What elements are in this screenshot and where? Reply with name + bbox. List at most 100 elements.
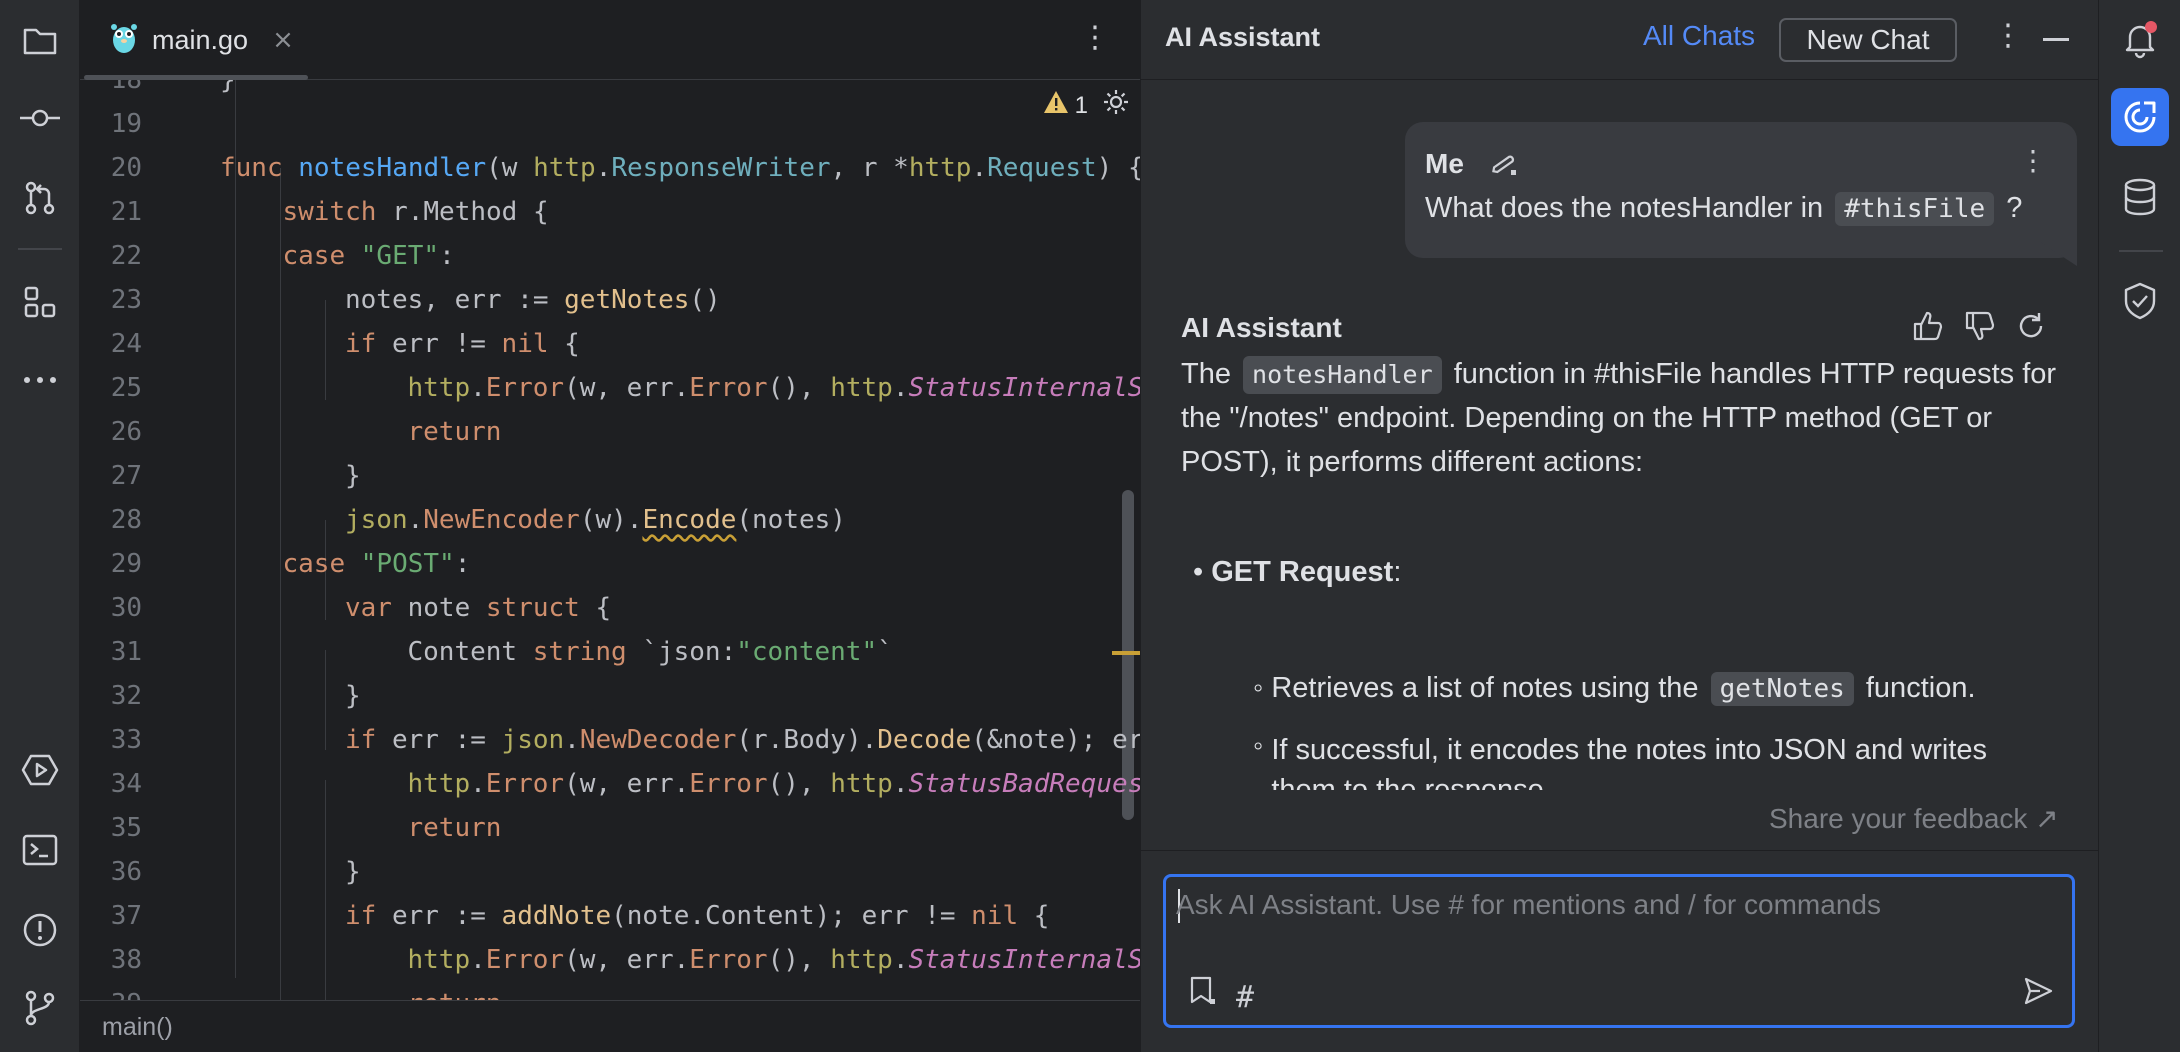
code-line[interactable]: 25 http.Error(w, err.Error(), http.Status… — [80, 366, 1140, 410]
code-line[interactable]: 26 return — [80, 410, 1140, 454]
code-text[interactable]: if err != nil { — [345, 322, 580, 366]
chat-history[interactable]: Me ⋮ What does the notesHandler in #this… — [1141, 0, 2099, 790]
bullet-dot: • — [1193, 556, 1212, 588]
line-number[interactable]: 32 — [80, 674, 142, 718]
database-icon[interactable] — [2117, 174, 2163, 220]
problems-icon[interactable] — [20, 910, 60, 950]
git-icon[interactable] — [20, 988, 60, 1028]
code-line[interactable]: 20 func notesHandler(w http.ResponseWrite… — [80, 146, 1140, 190]
line-number[interactable]: 22 — [80, 234, 142, 278]
message-more-icon[interactable]: ⋮ — [2019, 144, 2047, 177]
code-line[interactable]: 30 var note struct { — [80, 586, 1140, 630]
pull-requests-icon[interactable] — [20, 178, 60, 218]
code-text[interactable]: http.Error(w, err.Error(), http.StatusIn… — [408, 366, 1141, 410]
code-line[interactable]: 39 return — [80, 982, 1140, 1000]
code-line[interactable]: 37 if err := addNote(note.Content); err !… — [80, 894, 1140, 938]
user-name: Me — [1425, 148, 1464, 179]
chat-input-box[interactable]: # — [1163, 874, 2075, 1028]
line-number[interactable]: 24 — [80, 322, 142, 366]
code-line[interactable]: 34 http.Error(w, err.Error(), http.Status… — [80, 762, 1140, 806]
code-text[interactable]: case "POST": — [283, 542, 471, 586]
code-text[interactable]: } — [220, 80, 236, 102]
line-number[interactable]: 25 — [80, 366, 142, 410]
code-text[interactable]: case "GET": — [283, 234, 455, 278]
structure-icon[interactable] — [20, 282, 60, 322]
code-line[interactable]: 28 json.NewEncoder(w).Encode(notes) — [80, 498, 1140, 542]
code-area[interactable]: 1 18} 19 20 func notesHandler(w http.Respon… — [80, 80, 1140, 1000]
code-line[interactable]: 35 return — [80, 806, 1140, 850]
code-line[interactable]: 31 Content string `json:"content"` — [80, 630, 1140, 674]
line-number[interactable]: 18 — [80, 80, 142, 102]
share-feedback-link[interactable]: Share your feedback ↗ — [1769, 802, 2059, 835]
code-text[interactable]: } — [345, 674, 361, 718]
edit-icon[interactable] — [1489, 148, 1519, 182]
thumbs-down-icon[interactable] — [1963, 310, 1997, 346]
line-number[interactable]: 29 — [80, 542, 142, 586]
line-number[interactable]: 20 — [80, 146, 142, 190]
line-number[interactable]: 39 — [80, 982, 142, 1000]
line-number[interactable]: 27 — [80, 454, 142, 498]
code-line[interactable]: 21 switch r.Method { — [80, 190, 1140, 234]
code-line[interactable]: 32} — [80, 674, 1140, 718]
code-text[interactable]: if err := addNote(note.Content); err != … — [345, 894, 1049, 938]
notifications-icon[interactable] — [2117, 16, 2163, 62]
line-number[interactable]: 21 — [80, 190, 142, 234]
file-mention-chip[interactable]: #thisFile — [1835, 192, 1995, 226]
breadcrumb-function[interactable]: main() — [102, 1013, 173, 1042]
line-number[interactable]: 33 — [80, 718, 142, 762]
code-text[interactable]: return — [408, 982, 502, 1000]
code-text[interactable]: json.NewEncoder(w).Encode(notes) — [345, 498, 846, 542]
code-text[interactable]: return — [408, 410, 502, 454]
code-token: . — [595, 153, 612, 183]
code-text[interactable]: http.Error(w, err.Error(), http.StatusBa… — [408, 762, 1141, 806]
code-text[interactable]: if err := json.NewDecoder(r.Body).Decode… — [345, 718, 1140, 762]
thumbs-up-icon[interactable] — [1911, 310, 1945, 346]
folder-icon[interactable] — [20, 20, 60, 60]
code-line[interactable]: 18} — [80, 80, 1140, 102]
line-number[interactable]: 19 — [80, 102, 142, 146]
code-line[interactable]: 27} — [80, 454, 1140, 498]
code-text[interactable]: notes, err := getNotes() — [345, 278, 721, 322]
code-text[interactable]: } — [345, 850, 361, 894]
code-text[interactable]: http.Error(w, err.Error(), http.StatusIn… — [408, 938, 1141, 982]
line-number[interactable]: 35 — [80, 806, 142, 850]
code-line[interactable]: 23 notes, err := getNotes() — [80, 278, 1140, 322]
line-number[interactable]: 26 — [80, 410, 142, 454]
line-number[interactable]: 37 — [80, 894, 142, 938]
code-text[interactable]: Content string `json:"content"` — [408, 630, 893, 674]
run-icon[interactable] — [20, 750, 60, 790]
ai-assistant-icon[interactable] — [2111, 88, 2169, 146]
tab-main-go[interactable]: main.go × — [84, 0, 388, 80]
code-line[interactable]: 19 — [80, 102, 1140, 146]
code-line[interactable]: 38 http.Error(w, err.Error(), http.Status… — [80, 938, 1140, 982]
regenerate-icon[interactable] — [2015, 310, 2047, 346]
terminal-icon[interactable] — [20, 830, 60, 870]
line-number[interactable]: 38 — [80, 938, 142, 982]
code-line[interactable]: 33 if err := json.NewDecoder(r.Body).Deco… — [80, 718, 1140, 762]
code-text[interactable]: return — [408, 806, 502, 850]
code-line[interactable]: 24 if err != nil { — [80, 322, 1140, 366]
code-line[interactable]: 29 case "POST": — [80, 542, 1140, 586]
code-text[interactable]: var note struct { — [345, 586, 611, 630]
prompt-library-icon[interactable] — [1186, 975, 1218, 1011]
editor-more-icon[interactable]: ⋮ — [1080, 20, 1110, 55]
code-text[interactable]: } — [345, 454, 361, 498]
line-number[interactable]: 31 — [80, 630, 142, 674]
tab-close-icon[interactable]: × — [272, 25, 294, 55]
code-text[interactable]: switch r.Method { — [283, 190, 549, 234]
send-icon[interactable] — [2022, 975, 2054, 1011]
line-number[interactable]: 28 — [80, 498, 142, 542]
code-line[interactable]: 36} — [80, 850, 1140, 894]
line-number[interactable]: 23 — [80, 278, 142, 322]
line-number[interactable]: 36 — [80, 850, 142, 894]
code-text[interactable]: func notesHandler(w http.ResponseWriter,… — [220, 146, 1140, 190]
mention-hash-icon[interactable]: # — [1236, 980, 1254, 1015]
more-icon[interactable] — [20, 360, 60, 400]
code-line[interactable]: 22 case "GET": — [80, 234, 1140, 278]
chat-input[interactable] — [1176, 885, 2056, 925]
commit-icon[interactable] — [20, 98, 60, 138]
line-number[interactable]: 34 — [80, 762, 142, 806]
security-icon[interactable] — [2117, 278, 2163, 324]
breadcrumb[interactable]: main() — [80, 1000, 1140, 1052]
line-number[interactable]: 30 — [80, 586, 142, 630]
